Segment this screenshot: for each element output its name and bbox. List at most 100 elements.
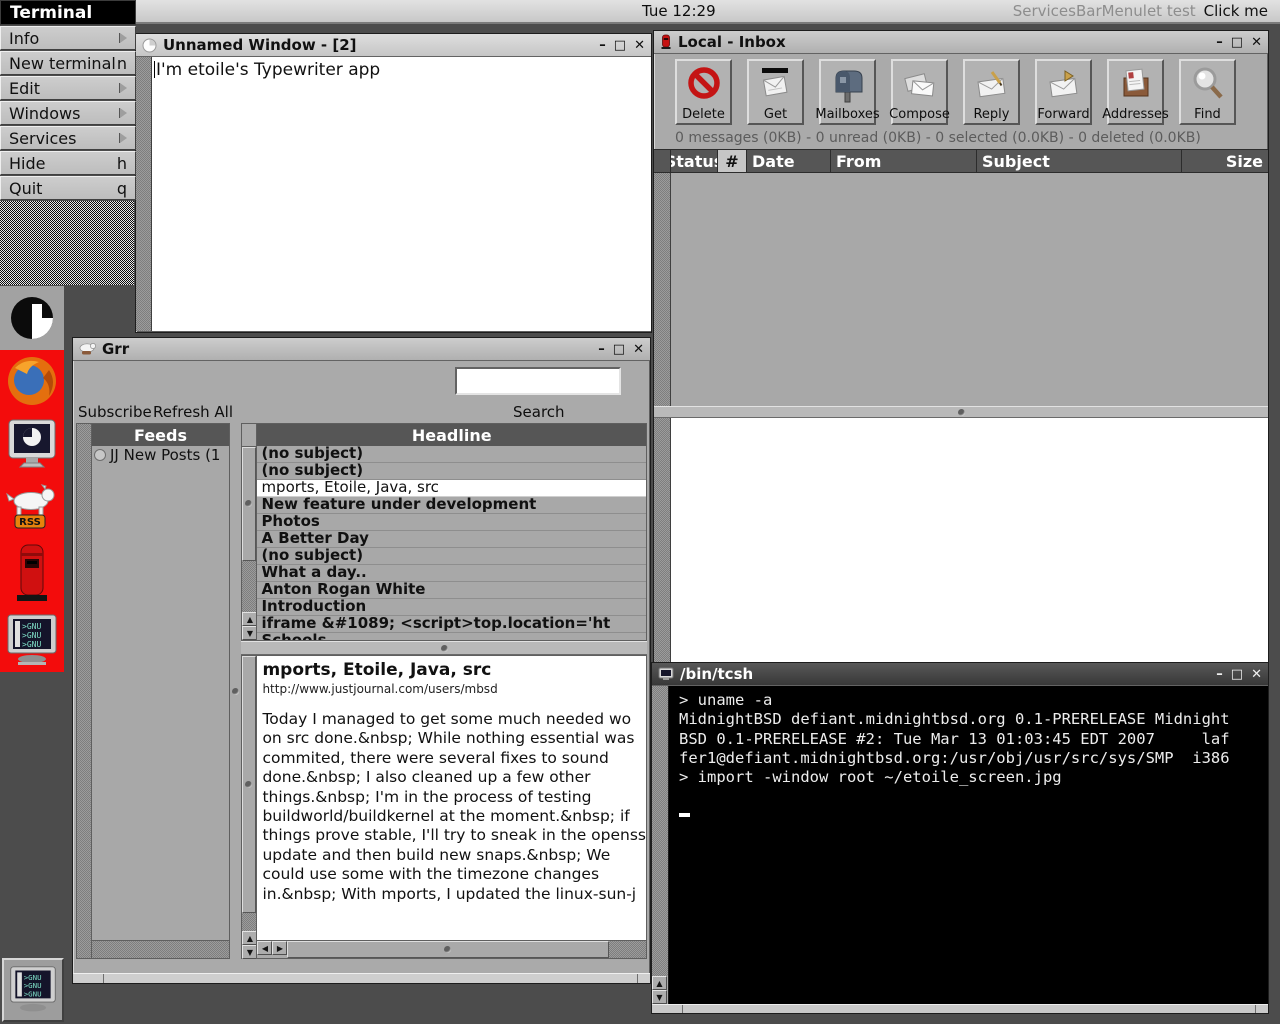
- typewriter-textarea[interactable]: I'm etoile's Typewriter app: [152, 57, 651, 331]
- scroll-up-icon[interactable]: ▲: [652, 976, 667, 990]
- headline-row-clipped[interactable]: Schools: [257, 633, 646, 640]
- menu-item-windows[interactable]: Windows: [0, 101, 136, 125]
- dock-tile-etoile[interactable]: [0, 286, 64, 350]
- search-input[interactable]: [455, 367, 621, 395]
- column-header-from[interactable]: From: [831, 150, 977, 172]
- resize-handle-right[interactable]: [638, 974, 650, 983]
- resize-handle-middle[interactable]: [104, 974, 638, 983]
- headline-row[interactable]: New feature under development: [257, 497, 646, 514]
- scrollbar-knob[interactable]: [242, 656, 256, 913]
- message-list-scrollbar[interactable]: [654, 173, 671, 406]
- compose-button[interactable]: Compose: [891, 59, 948, 125]
- mailboxes-button[interactable]: Mailboxes: [819, 59, 876, 125]
- headline-row[interactable]: Introduction: [257, 599, 646, 616]
- close-icon[interactable]: ✕: [1251, 668, 1262, 681]
- maximize-icon[interactable]: □: [613, 343, 625, 356]
- scroll-left-icon[interactable]: ◀: [257, 941, 272, 955]
- typewriter-scrollbar[interactable]: [136, 57, 152, 331]
- headline-row[interactable]: A Better Day: [257, 531, 646, 548]
- scrollbar-knob[interactable]: [242, 447, 256, 561]
- column-header-subject[interactable]: Subject: [977, 150, 1182, 172]
- gnumail-splitter[interactable]: [654, 406, 1268, 418]
- feed-row[interactable]: JJ New Posts (1: [92, 446, 229, 464]
- headline-row[interactable]: iframe &#1089; <script>top.location='ht: [257, 616, 646, 633]
- column-header-number[interactable]: #: [718, 150, 747, 172]
- grr-horizontal-splitter[interactable]: [241, 641, 647, 655]
- feeds-hscrollbar[interactable]: [92, 940, 229, 958]
- headline-row-selected[interactable]: mports, Etoile, Java, src: [257, 480, 646, 497]
- services-click-me-button[interactable]: Click me: [1204, 2, 1268, 20]
- headline-scrollbar[interactable]: ▲ ▼: [241, 423, 256, 641]
- preview-scrollbar[interactable]: [654, 418, 671, 663]
- tcsh-titlebar[interactable]: /bin/tcsh – □ ✕: [652, 663, 1268, 686]
- menu-item-info[interactable]: Info: [0, 26, 136, 50]
- article-view[interactable]: mports, Etoile, Java, src http://www.jus…: [257, 656, 646, 940]
- minimize-icon[interactable]: –: [599, 39, 606, 52]
- scroll-down-icon[interactable]: ▼: [242, 945, 257, 959]
- firefox-icon[interactable]: [5, 354, 59, 408]
- refresh-all-button[interactable]: Refresh All: [153, 403, 233, 421]
- headline-row[interactable]: (no subject): [257, 463, 646, 480]
- dock-tile-terminal[interactable]: >GNU >GNU >GNU: [2, 958, 64, 1022]
- gnumail-titlebar[interactable]: Local - Inbox – □ ✕: [654, 31, 1268, 54]
- menu-item-edit[interactable]: Edit: [0, 76, 136, 100]
- addresses-button[interactable]: Addresses: [1107, 59, 1164, 125]
- resize-handle-left[interactable]: [652, 1005, 683, 1013]
- scrollbar-trough[interactable]: [652, 686, 668, 976]
- scroll-right-icon[interactable]: ▶: [272, 941, 287, 955]
- headline-row[interactable]: What a day..: [257, 565, 646, 582]
- close-icon[interactable]: ✕: [633, 343, 644, 356]
- gnu-terminal-icon[interactable]: >GNU >GNU >GNU: [4, 612, 60, 668]
- terminal-screen[interactable]: > uname -a MidnightBSD defiant.midnightb…: [669, 686, 1268, 1004]
- scroll-down-icon[interactable]: ▼: [242, 626, 257, 640]
- delete-button[interactable]: Delete: [675, 59, 732, 125]
- menu-item-new-terminal[interactable]: New terminal n: [0, 51, 136, 75]
- find-button[interactable]: Find: [1179, 59, 1236, 125]
- article-hscrollbar[interactable]: ◀ ▶: [257, 940, 646, 958]
- article-url[interactable]: http://www.justjournal.com/users/mbsd: [262, 682, 646, 696]
- tcsh-scrollbar[interactable]: ▲ ▼: [652, 686, 669, 1004]
- close-icon[interactable]: ✕: [1251, 36, 1262, 49]
- resize-handle-middle[interactable]: [683, 1005, 1256, 1013]
- scrollbar-trough[interactable]: [609, 941, 646, 958]
- menu-item-quit[interactable]: Quit q: [0, 176, 136, 200]
- typewriter-titlebar[interactable]: Unnamed Window - [2] – □ ✕: [136, 34, 651, 57]
- menu-title[interactable]: Terminal: [0, 0, 136, 25]
- typewriter-monitor-icon[interactable]: [4, 417, 60, 475]
- maximize-icon[interactable]: □: [1231, 36, 1243, 49]
- maximize-icon[interactable]: □: [614, 39, 626, 52]
- minimize-icon[interactable]: –: [1216, 36, 1223, 49]
- headline-header[interactable]: Headline: [257, 424, 646, 446]
- reply-button[interactable]: Reply: [963, 59, 1020, 125]
- tcsh-resize-bar[interactable]: [652, 1004, 1268, 1013]
- get-button[interactable]: Get: [747, 59, 804, 125]
- resize-handle-right[interactable]: [1256, 1005, 1268, 1013]
- article-scrollbar[interactable]: ▲ ▼: [241, 655, 256, 959]
- minimize-icon[interactable]: –: [1216, 668, 1223, 681]
- resize-handle-left[interactable]: [73, 974, 104, 983]
- scroll-up-icon[interactable]: ▲: [242, 612, 257, 626]
- menu-item-services[interactable]: Services: [0, 126, 136, 150]
- headline-row[interactable]: Anton Rogan White: [257, 582, 646, 599]
- headline-list[interactable]: (no subject) (no subject) mports, Etoile…: [257, 446, 646, 640]
- forward-button[interactable]: Forward: [1035, 59, 1092, 125]
- scroll-down-icon[interactable]: ▼: [652, 990, 667, 1004]
- close-icon[interactable]: ✕: [634, 39, 645, 52]
- column-header-size[interactable]: Size: [1182, 150, 1268, 172]
- feeds-scrollbar[interactable]: [76, 423, 91, 959]
- column-header-date[interactable]: Date: [747, 150, 831, 172]
- preview-body[interactable]: [671, 418, 1268, 663]
- grr-rss-dog-icon[interactable]: RSS: [3, 484, 61, 532]
- column-header-status[interactable]: Status: [671, 150, 718, 172]
- maximize-icon[interactable]: □: [1231, 668, 1243, 681]
- feeds-header[interactable]: Feeds: [92, 424, 229, 446]
- grr-vertical-splitter[interactable]: [230, 423, 241, 959]
- message-list-body[interactable]: [671, 173, 1268, 406]
- scroll-up-icon[interactable]: ▲: [242, 931, 257, 945]
- subscribe-button[interactable]: Subscribe: [78, 403, 152, 421]
- scrollbar-trough[interactable]: [242, 913, 256, 931]
- gnumail-postbox-icon[interactable]: [7, 541, 57, 603]
- headline-row[interactable]: (no subject): [257, 548, 646, 565]
- scrollbar-knob[interactable]: [287, 941, 609, 958]
- menu-item-hide[interactable]: Hide h: [0, 151, 136, 175]
